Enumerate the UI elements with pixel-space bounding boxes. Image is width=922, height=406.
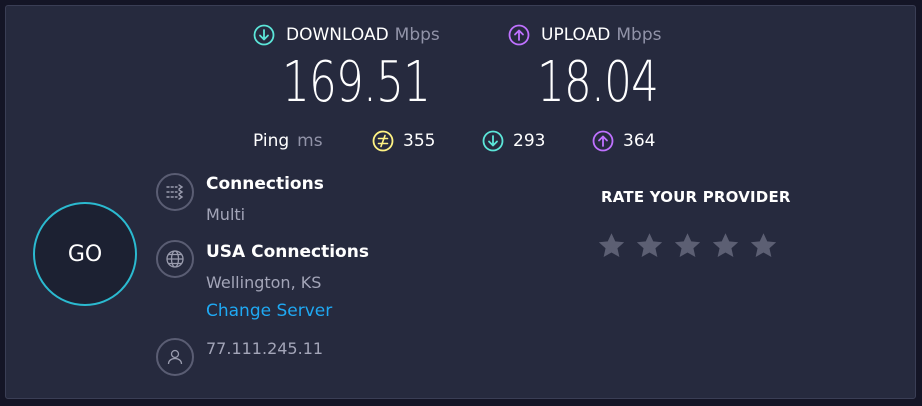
star-1-icon[interactable] [596, 230, 627, 261]
upload-title: UPLOAD [541, 25, 611, 45]
upload-label: UPLOAD Mbps [541, 25, 661, 45]
change-server-link[interactable]: Change Server [206, 301, 332, 321]
star-4-icon[interactable] [710, 230, 741, 261]
connections-value: Multi [206, 205, 246, 224]
ping-label: Ping ms [253, 131, 323, 151]
ping-idle-value: 355 [403, 131, 436, 151]
connections-title: Connections [206, 174, 324, 194]
arrow-down-circle-icon [253, 24, 275, 46]
star-5-icon[interactable] [748, 230, 779, 261]
ping-title: Ping [253, 131, 290, 151]
connections-icon [156, 173, 194, 211]
upload-speed: 18.04 [537, 50, 659, 115]
user-icon [156, 338, 194, 376]
client-ip: 77.111.245.11 [206, 339, 324, 358]
ping-idle-icon [372, 130, 394, 152]
ping-download-value: 293 [513, 131, 546, 151]
download-speed: 169.51 [282, 50, 431, 115]
download-unit: Mbps [394, 25, 440, 45]
ping-upload-value: 364 [623, 131, 656, 151]
ping-unit: ms [297, 131, 323, 151]
results-panel: DOWNLOAD Mbps 169.51 UPLOAD Mbps 18.04 Pin… [5, 5, 916, 399]
globe-icon [156, 240, 194, 278]
rate-provider-title: RATE YOUR PROVIDER [601, 188, 791, 206]
arrow-down-circle-icon [482, 130, 504, 152]
download-title: DOWNLOAD [286, 25, 389, 45]
star-2-icon[interactable] [634, 230, 665, 261]
server-location: Wellington, KS [206, 273, 322, 292]
server-title: USA Connections [206, 242, 369, 262]
download-label: DOWNLOAD Mbps [286, 25, 440, 45]
arrow-up-circle-icon [508, 24, 530, 46]
upload-unit: Mbps [616, 25, 662, 45]
go-button[interactable]: GO [33, 202, 137, 306]
arrow-up-circle-icon [592, 130, 614, 152]
star-3-icon[interactable] [672, 230, 703, 261]
rating-stars [596, 230, 779, 261]
